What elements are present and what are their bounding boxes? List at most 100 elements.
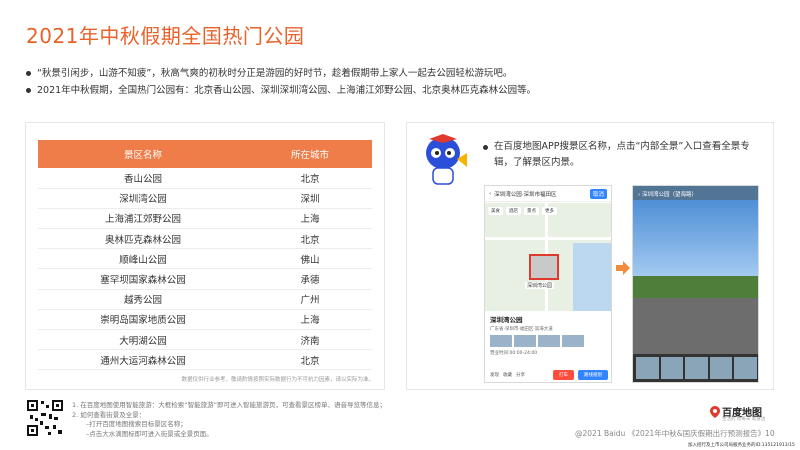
park-name-cell: 顺峰山公园 — [38, 248, 248, 270]
map-app-screenshot: ‹ 深圳湾公园·深圳市福田区 取消 美食 酒店 景点 更多 深圳湾公园 深圳湾公… — [484, 185, 612, 383]
panorama-entry-highlight — [529, 254, 559, 280]
brand-tagline: 生活的 你每天 就身边 — [722, 417, 766, 422]
table-row: 塞罕坝国家森林公园 承德 — [38, 268, 372, 290]
bullet-dot — [26, 88, 31, 93]
action-discover: 发现 — [490, 373, 499, 378]
pano-thumb — [685, 357, 708, 379]
city-cell: 济南 — [248, 329, 372, 351]
cancel-button: 取消 — [589, 188, 607, 199]
footer-note-line: –打开百度地图搜索目标景区名称； — [86, 420, 187, 428]
pano-title-bar: ‹ 深圳湾公园（望海路） — [633, 186, 758, 200]
pano-road — [633, 298, 758, 356]
city-cell: 深圳 — [248, 188, 372, 209]
table-row: 深圳湾公园 深圳 — [38, 188, 372, 209]
table-row: 通州大运河森林公园 北京 — [38, 349, 372, 371]
intro-bullets: “秋景引闲步，山游不知疲”，秋高气爽的初秋时分正是游园的好时节，趁着假期带上家人… — [26, 66, 766, 100]
table-row: 越秀公园 广州 — [38, 289, 372, 310]
bullet-item: 2021年中秋假期，全国热门公园有：北京香山公园、深圳深圳湾公园、上海浦江郊野公… — [26, 83, 766, 98]
back-icon: ‹ — [489, 190, 492, 197]
map-pin-icon — [710, 405, 720, 418]
map-road — [485, 237, 611, 240]
column-header-park: 景区名称 — [38, 140, 248, 168]
park-name-cell: 越秀公园 — [38, 289, 248, 310]
pano-thumb — [636, 357, 659, 379]
map-water — [573, 243, 611, 311]
place-action-bar: 发现 收藏 分享 打车 路线规划 — [490, 370, 608, 380]
photo-thumb — [490, 335, 512, 347]
footer-notes: 1. 在百度地图使用智能旅游：大框检索“智能旅游”即可进入智能旅游页，可查看景区… — [72, 401, 386, 439]
pano-sky — [633, 200, 758, 280]
park-name-cell: 通州大运河森林公园 — [38, 349, 248, 371]
footer-note-line: –点击大水滴图标即可进入街景或全景页面。 — [86, 429, 213, 438]
city-cell: 承德 — [248, 268, 372, 290]
bullet-text: 2021年中秋假期，全国热门公园有：北京香山公园、深圳深圳湾公园、上海浦江郊野公… — [37, 85, 537, 96]
table-row: 上海浦江郊野公园 上海 — [38, 208, 372, 230]
photo-thumb — [562, 335, 584, 347]
photo-thumb — [538, 335, 560, 347]
city-cell: 北京 — [248, 168, 372, 189]
registration-text: 加入招行及上市公司局服务业务的ID:135121913/15 — [688, 443, 795, 448]
park-name-cell: 崇明岛国家地质公园 — [38, 309, 248, 331]
mascot-icon — [426, 134, 467, 185]
pano-thumb — [734, 357, 757, 379]
bullet-dot — [26, 71, 31, 76]
table-row: 大明湖公园 济南 — [38, 329, 372, 351]
table-row: 崇明岛国家地质公园 上海 — [38, 309, 372, 331]
city-cell: 北京 — [248, 349, 372, 371]
route-button: 路线规划 — [578, 370, 608, 380]
park-name-cell: 深圳湾公园 — [38, 188, 248, 209]
city-cell: 上海 — [248, 208, 372, 230]
column-header-city: 所在城市 — [248, 140, 372, 168]
city-cell: 北京 — [248, 228, 372, 250]
photo-thumb — [514, 335, 536, 347]
map-category-tabs: 美食 酒店 景点 更多 — [488, 207, 557, 215]
place-name: 深圳湾公园 — [490, 316, 523, 324]
pano-thumb — [660, 357, 684, 379]
taxi-button: 打车 — [553, 370, 574, 380]
place-hours: 营业时间:00:00-24:00 — [490, 351, 538, 356]
instruction-text-block: 在百度地图APP搜景区名称，点击“内部全景”入口查看全景专辑，了解景区内景。 — [483, 139, 763, 171]
map-tab: 更多 — [542, 207, 557, 215]
poi-label: 深圳湾公园 — [525, 282, 555, 289]
copyright-text: @2021 Baidu 《2021年中秋&国庆假期出行预测报告》10 — [575, 429, 775, 438]
park-name-cell: 塞罕坝国家森林公园 — [38, 268, 248, 290]
park-table: 景区名称 所在城市 香山公园 北京 深圳湾公园 深圳 上海浦江郊野公园 上海 奥林匹克… — [38, 140, 372, 371]
map-tab: 酒店 — [506, 207, 521, 215]
place-address: 广东省·深圳市·福田区·滨海大道 — [490, 327, 553, 332]
pano-thumbnail-strip — [633, 354, 758, 382]
park-table-card: 景区名称 所在城市 香山公园 北京 深圳湾公园 深圳 上海浦江郊野公园 上海 奥林匹克… — [25, 122, 385, 390]
park-name-cell: 上海浦江郊野公园 — [38, 208, 248, 230]
city-cell: 佛山 — [248, 248, 372, 270]
bullet-dot — [483, 145, 488, 150]
map-search-bar: ‹ 深圳湾公园·深圳市福田区 取消 — [485, 186, 611, 202]
action-share: 分享 — [516, 373, 525, 378]
table-row: 香山公园 北京 — [38, 168, 372, 189]
panorama-screenshot: ‹ 深圳湾公园（望海路） — [632, 185, 759, 383]
pano-thumb — [709, 357, 733, 379]
place-detail-sheet: 深圳湾公园 广东省·深圳市·福田区·滨海大道 营业时间:00:00-24:00 … — [485, 311, 611, 382]
pano-trees — [633, 276, 758, 298]
table-row: 顺峰山公园 佛山 — [38, 248, 372, 270]
arrow-right-icon — [616, 261, 630, 275]
page-title: 2021年中秋假期全国热门公园 — [26, 24, 305, 48]
park-name-cell: 奥林匹克森林公园 — [38, 228, 248, 250]
bullet-text: “秋景引闲步，山游不知疲”，秋高气爽的初秋时分正是游园的好时节，趁着假期带上家人… — [37, 68, 513, 79]
instruction-text: 在百度地图APP搜景区名称，点击“内部全景”入口查看全景专辑，了解景区内景。 — [494, 141, 750, 168]
qr-code-icon — [26, 399, 64, 437]
table-header-row: 景区名称 所在城市 — [38, 140, 372, 168]
map-view: 美食 酒店 景点 更多 深圳湾公园 — [485, 203, 611, 311]
bullet-item: “秋景引闲步，山游不知疲”，秋高气爽的初秋时分正是游园的好时节，趁着假期带上家人… — [26, 66, 766, 81]
action-favorite: 收藏 — [503, 373, 512, 378]
park-name-cell: 香山公园 — [38, 168, 248, 189]
city-cell: 广州 — [248, 289, 372, 310]
instruction-card: 在百度地图APP搜景区名称，点击“内部全景”入口查看全景专辑，了解景区内景。 ‹… — [406, 122, 774, 390]
table-footnote: 数据仅供行业参考，敬请酌情按照实际数据行为不可杭力因素，请以实际为准。 — [181, 377, 374, 383]
pano-title: 深圳湾公园（望海路） — [641, 192, 697, 198]
park-name-cell: 大明湖公园 — [38, 329, 248, 351]
city-cell: 上海 — [248, 309, 372, 331]
footer-note-line: 2. 如何查看街景及全景： — [72, 410, 146, 419]
place-photos — [490, 335, 608, 347]
map-tab: 景点 — [524, 207, 539, 215]
table-row: 奥林匹克森林公园 北京 — [38, 228, 372, 250]
map-tab: 美食 — [488, 207, 503, 215]
